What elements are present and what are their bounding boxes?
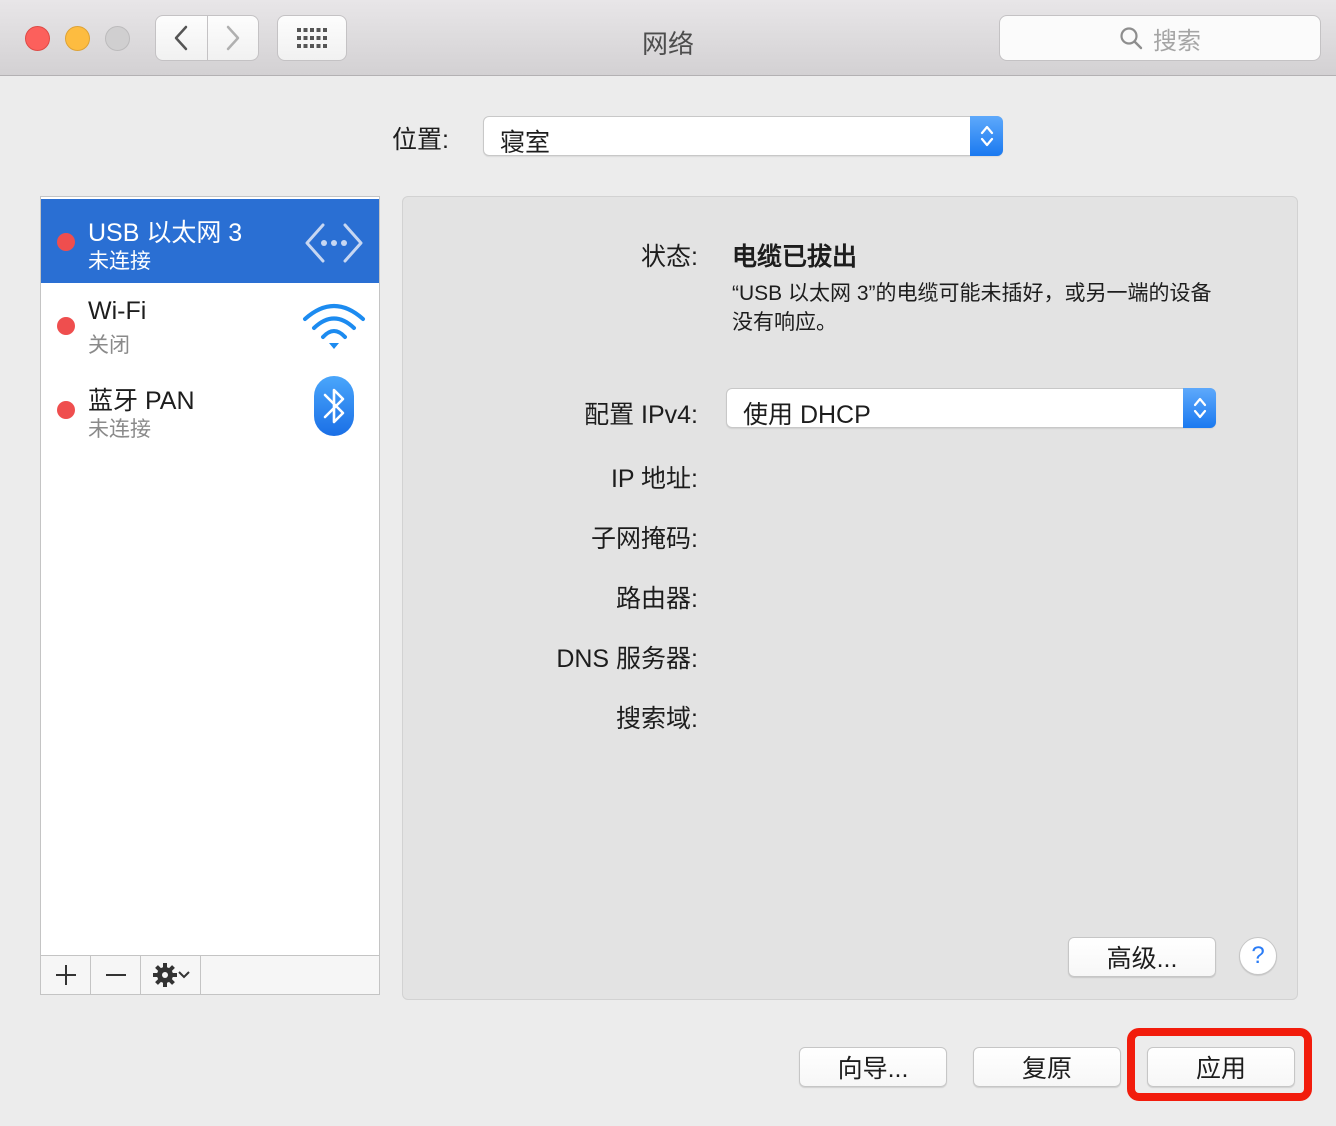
service-name: USB 以太网 3 (88, 219, 243, 247)
add-service-button[interactable] (41, 956, 91, 994)
ipv4-config-select[interactable]: 使用 DHCP (726, 388, 1216, 429)
search-field[interactable]: 搜索 (999, 15, 1321, 61)
advanced-button[interactable]: 高级... (1068, 937, 1216, 977)
search-domain-label: 搜索域: (616, 705, 698, 733)
assist-me-button[interactable]: 向导... (799, 1047, 947, 1087)
location-value: 寝室 (500, 129, 551, 157)
location-label: 位置: (392, 126, 449, 154)
status-description: “USB 以太网 3”的电缆可能未插好，或另一端的设备没有响应。 (732, 282, 1212, 334)
service-status: 关闭 (88, 334, 130, 357)
service-list: USB 以太网 3 未连接 Wi-Fi 关闭 蓝牙 PAN 未连接 (40, 196, 380, 956)
service-item-wifi[interactable]: Wi-Fi 关闭 (41, 283, 379, 367)
location-stepper[interactable] (970, 116, 1003, 156)
ipv4-stepper[interactable] (1183, 388, 1216, 428)
status-dot (57, 317, 75, 335)
status-dot (57, 233, 75, 251)
router-label: 路由器: (616, 585, 698, 613)
status-dot (57, 401, 75, 419)
search-icon (1120, 27, 1143, 50)
plus-icon (55, 965, 76, 985)
chevron-up-down-icon (1193, 397, 1206, 419)
apply-highlight-box (1127, 1028, 1312, 1101)
status-value: 电缆已拔出 (732, 243, 858, 271)
subnet-mask-label: 子网掩码: (591, 525, 698, 553)
gear-icon (152, 963, 177, 987)
search-placeholder: 搜索 (1153, 27, 1201, 55)
service-name: 蓝牙 PAN (88, 387, 195, 415)
title-bar: 网络 搜索 (0, 0, 1336, 76)
service-item-usb-ethernet[interactable]: USB 以太网 3 未连接 (41, 199, 379, 283)
status-label: 状态: (641, 243, 698, 271)
chevron-down-icon (177, 971, 190, 979)
help-button[interactable]: ? (1239, 937, 1277, 975)
remove-service-button[interactable] (91, 956, 141, 994)
service-name: Wi-Fi (88, 297, 147, 325)
service-list-toolbar (40, 955, 380, 995)
location-select[interactable]: 寝室 (483, 116, 1003, 157)
service-status: 未连接 (88, 250, 151, 273)
ipv4-config-value: 使用 DHCP (743, 401, 871, 429)
minus-icon (105, 974, 126, 976)
ip-address-label: IP 地址: (610, 465, 698, 493)
service-status: 未连接 (88, 418, 151, 441)
network-preferences-window: 网络 搜索 位置: 寝室 USB 以太网 3 未连接 Wi-Fi 关闭 蓝牙 P… (0, 0, 1336, 1126)
detail-panel: 状态: 电缆已拔出 “USB 以太网 3”的电缆可能未插好，或另一端的设备没有响… (402, 196, 1298, 1000)
ethernet-icon (305, 223, 363, 263)
wifi-icon (303, 304, 365, 349)
service-actions-button[interactable] (141, 956, 201, 994)
ipv4-label: 配置 IPv4: (584, 401, 698, 429)
chevron-up-down-icon (980, 125, 993, 147)
bluetooth-icon (314, 376, 354, 436)
service-item-bluetooth-pan[interactable]: 蓝牙 PAN 未连接 (41, 367, 379, 451)
dns-server-label: DNS 服务器: (556, 645, 698, 673)
revert-button[interactable]: 复原 (973, 1047, 1121, 1087)
